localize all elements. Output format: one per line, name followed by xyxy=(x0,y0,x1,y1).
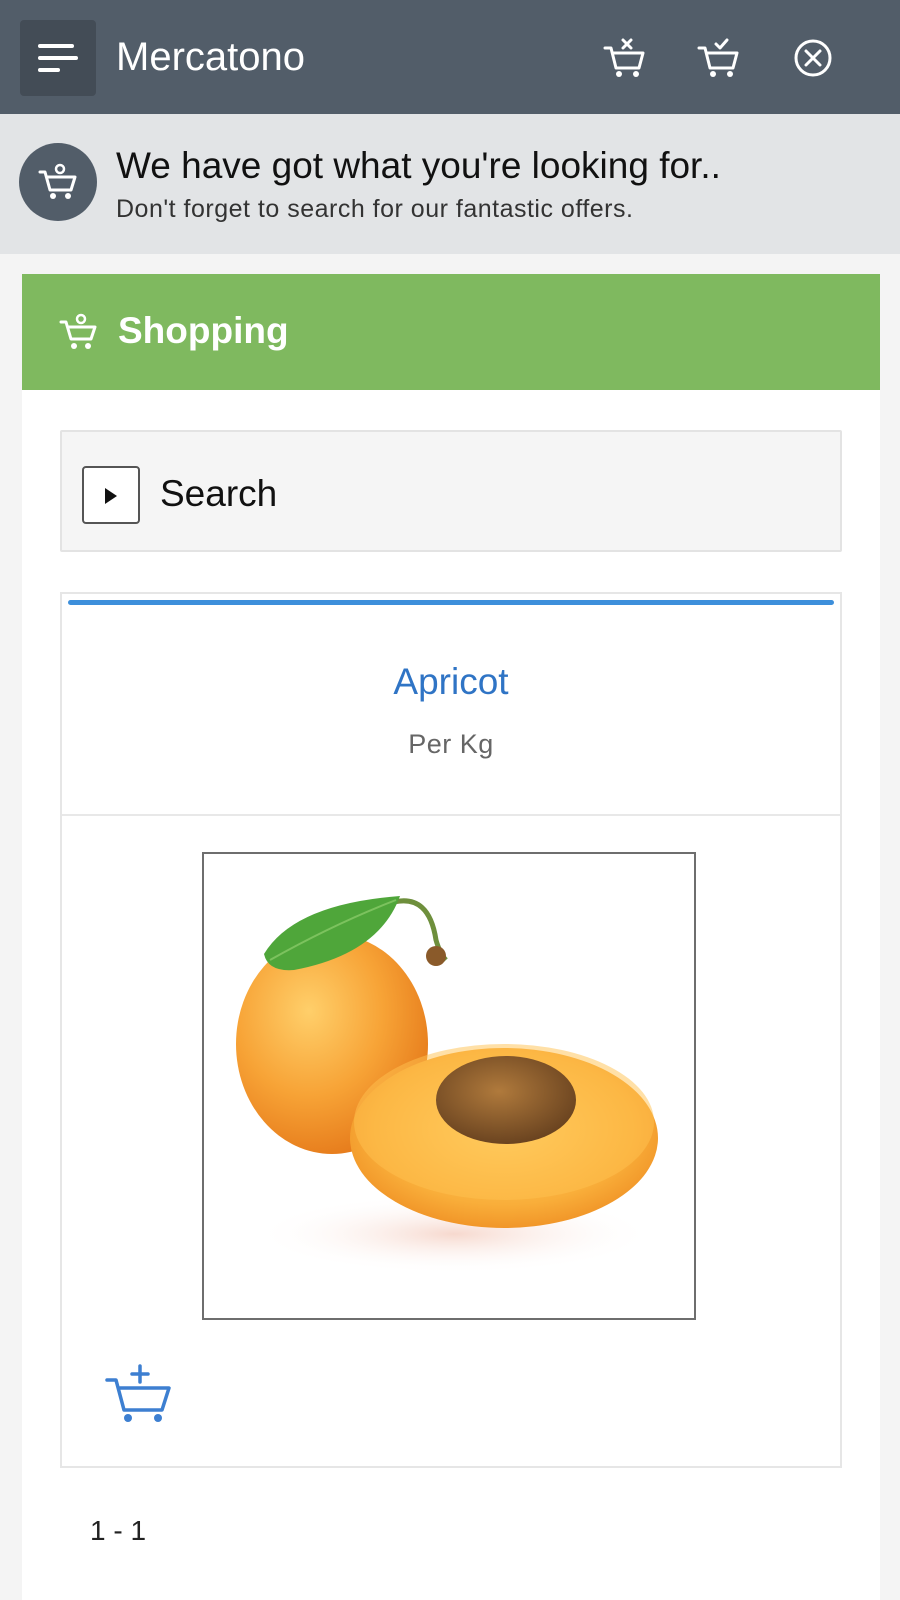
clear-cart-button[interactable] xyxy=(602,36,648,80)
product-name[interactable]: Apricot xyxy=(62,660,840,704)
pagination-range: 1 - 1 xyxy=(90,1515,147,1546)
banner-subtitle: Don't forget to search for our fantastic… xyxy=(116,195,634,223)
product-card: Apricot Per Kg xyxy=(60,592,842,1468)
app-title: Mercatono xyxy=(116,35,305,79)
product-image[interactable] xyxy=(202,852,696,1320)
close-button[interactable] xyxy=(790,36,836,80)
search-label[interactable]: Search xyxy=(160,472,277,516)
banner-title: We have got what you're looking for.. xyxy=(116,145,721,186)
shopping-cart-icon xyxy=(38,163,77,199)
banner-avatar xyxy=(19,143,97,221)
top-app-bar: Mercatono xyxy=(0,0,900,114)
panel-header: Shopping xyxy=(22,274,880,390)
search-section[interactable]: Search xyxy=(60,430,842,552)
close-circle-icon xyxy=(794,39,832,77)
checkout-cart-button[interactable] xyxy=(696,36,742,80)
panel-title: Shopping xyxy=(118,310,289,351)
play-triangle-icon xyxy=(105,488,117,504)
card-divider xyxy=(62,814,840,816)
menu-icon xyxy=(38,44,78,72)
shopping-cart-icon xyxy=(59,313,97,349)
menu-button[interactable] xyxy=(20,20,96,96)
card-accent-line xyxy=(68,600,834,605)
apricot-photo xyxy=(204,854,694,1318)
shopping-panel: Shopping Search Apricot Per Kg 1 - 1 xyxy=(22,274,880,1600)
welcome-banner: We have got what you're looking for.. Do… xyxy=(0,114,900,254)
search-toggle[interactable] xyxy=(82,466,140,524)
product-unit: Per Kg xyxy=(408,729,494,759)
clear-cart-icon xyxy=(603,38,645,77)
add-to-cart-icon xyxy=(105,1364,171,1422)
checkout-cart-icon xyxy=(697,38,739,77)
add-to-cart-button[interactable] xyxy=(104,1362,176,1426)
